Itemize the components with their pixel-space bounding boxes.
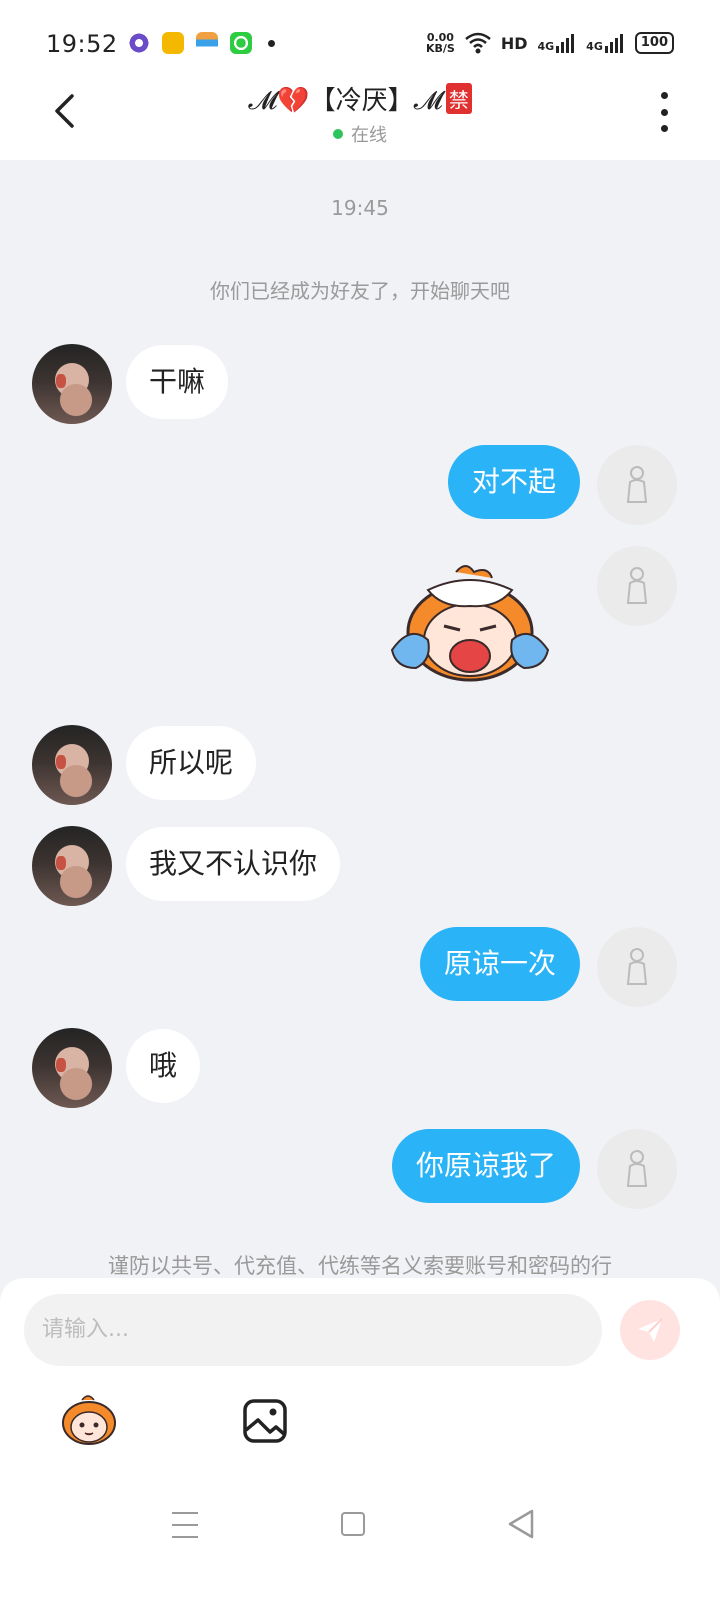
- message-bubble-right[interactable]: 原谅一次: [419, 927, 580, 1001]
- top-bar: 19:52 0.00 KB/S HD 4G 4G 100 𝓜💔【冷厌】𝓜 禁 在…: [0, 0, 720, 160]
- chat-title-block: 𝓜💔【冷厌】𝓜 禁 在线: [160, 80, 560, 147]
- nav-back-button[interactable]: [506, 1508, 536, 1540]
- contact-avatar[interactable]: [32, 1028, 112, 1108]
- message-bubble-left[interactable]: 所以呢: [126, 726, 257, 800]
- system-message: 你们已经成为好友了，开始聊天吧: [210, 279, 510, 303]
- system-nav-bar: [0, 1480, 720, 1600]
- notes-notification-icon: [162, 32, 184, 54]
- battery-icon: 100: [634, 32, 674, 54]
- chat-timestamp: 19:45: [331, 196, 389, 220]
- user-figure-icon: [626, 948, 648, 985]
- nav-recents-button[interactable]: [172, 1512, 198, 1538]
- contact-name[interactable]: 𝓜💔【冷厌】𝓜 禁: [160, 80, 560, 117]
- online-dot-icon: [333, 129, 343, 139]
- send-icon: [638, 1318, 663, 1342]
- ban-badge: 禁: [445, 83, 472, 114]
- crying-mascot-sticker[interactable]: [388, 560, 552, 684]
- hd-indicator: HD: [500, 33, 528, 53]
- pay-notification-icon: [196, 32, 218, 54]
- camera-notification-icon: [230, 32, 252, 54]
- my-avatar[interactable]: [597, 445, 677, 525]
- safety-warning: 谨防以共号、代充值、代练等名义索要账号和密码的行: [108, 1254, 612, 1278]
- more-options-button[interactable]: [652, 92, 676, 132]
- net-speed-unit: KB/S: [425, 42, 455, 55]
- wifi-icon: [465, 32, 491, 54]
- image-button[interactable]: [240, 1396, 290, 1446]
- my-avatar[interactable]: [597, 927, 677, 1007]
- contact-avatar[interactable]: [32, 344, 112, 424]
- my-avatar[interactable]: [597, 1129, 677, 1209]
- more-dot-icon: [660, 125, 668, 132]
- chevron-left-icon: [55, 94, 74, 128]
- notification-icons: [128, 31, 275, 55]
- message-bubble-right[interactable]: 对不起: [447, 445, 580, 519]
- online-status-text: 在线: [351, 125, 387, 146]
- user-figure-icon: [626, 567, 648, 604]
- user-figure-icon: [626, 1150, 648, 1187]
- message-bubble-left[interactable]: 哦: [126, 1029, 201, 1103]
- message-bubble-left[interactable]: 干嘛: [126, 345, 229, 419]
- signal-icon-2: 4G: [586, 33, 625, 53]
- app-notification-icon: [128, 32, 150, 54]
- contact-avatar[interactable]: [32, 826, 112, 906]
- more-dot-icon: [660, 92, 668, 99]
- send-button[interactable]: [620, 1300, 680, 1360]
- more-dot-icon: [660, 108, 668, 116]
- signal-icon-1: 4G: [537, 33, 576, 53]
- message-bubble-right[interactable]: 你原谅我了: [391, 1129, 580, 1203]
- system-status: 0.00 KB/S HD 4G 4G 100: [426, 29, 674, 57]
- network-type-1: 4G: [537, 40, 555, 53]
- image-icon: [243, 1399, 287, 1443]
- sticker-button[interactable]: [60, 1392, 118, 1446]
- contact-avatar[interactable]: [32, 725, 112, 805]
- nav-home-button[interactable]: [341, 1512, 365, 1536]
- more-notifications-icon: [268, 39, 275, 47]
- status-time: 19:52: [46, 30, 118, 58]
- triangle-back-icon: [508, 1509, 534, 1539]
- back-button[interactable]: [44, 88, 84, 134]
- mascot-emoji-icon: [62, 1395, 116, 1445]
- network-type-2: 4G: [586, 40, 603, 53]
- contact-name-text: 𝓜💔【冷厌】𝓜: [248, 86, 443, 116]
- net-speed: 0.00 KB/S: [426, 32, 455, 54]
- message-input[interactable]: 请输入...: [24, 1294, 602, 1366]
- online-status: 在线: [160, 121, 560, 147]
- user-figure-icon: [626, 466, 648, 503]
- my-avatar[interactable]: [597, 546, 677, 626]
- message-bubble-left[interactable]: 我又不认识你: [126, 827, 341, 901]
